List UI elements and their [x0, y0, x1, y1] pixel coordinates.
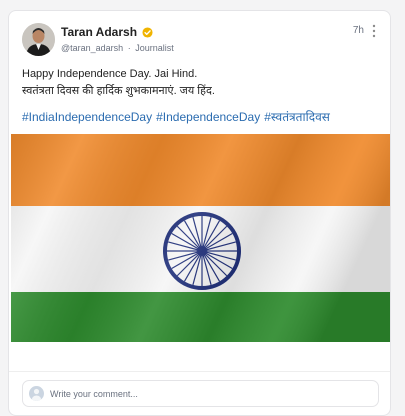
author-handle[interactable]: @taran_adarsh [61, 43, 123, 53]
author-meta: @taran_adarsh · Journalist [61, 43, 174, 53]
comment-box[interactable] [22, 380, 379, 407]
comment-section [9, 371, 390, 415]
hashtag-link[interactable]: #IndependenceDay [156, 110, 260, 124]
user-avatar-icon [29, 386, 44, 401]
post-card: Taran Adarsh @taran_adarsh · Journalist … [8, 10, 391, 416]
hashtag-list: #IndiaIndependenceDay #IndependenceDay #स्… [22, 108, 334, 125]
hashtag-link[interactable]: #स्वतंत्रतादिवस [264, 110, 330, 124]
post-text-line-1: Happy Independence Day. Jai Hind. [22, 68, 198, 80]
author-name-text[interactable]: Taran Adarsh [61, 25, 137, 39]
more-options-icon [372, 24, 376, 38]
author-role: Journalist [135, 43, 174, 53]
comment-input[interactable] [50, 383, 370, 404]
meta-separator: · [127, 43, 131, 53]
more-options-button[interactable] [368, 23, 380, 39]
author-name[interactable]: Taran Adarsh [61, 25, 153, 39]
post-time: 7h [352, 25, 364, 36]
post-image[interactable] [11, 134, 390, 342]
post-text-line-2: स्वतंत्रता दिवस की हार्दिक शुभकामनाएं. ज… [22, 85, 215, 97]
hashtag-link[interactable]: #IndiaIndependenceDay [22, 110, 152, 124]
indian-flag-image [11, 134, 390, 342]
verified-badge-icon [142, 26, 153, 38]
author-photo [22, 23, 55, 56]
author-avatar[interactable] [22, 23, 55, 56]
